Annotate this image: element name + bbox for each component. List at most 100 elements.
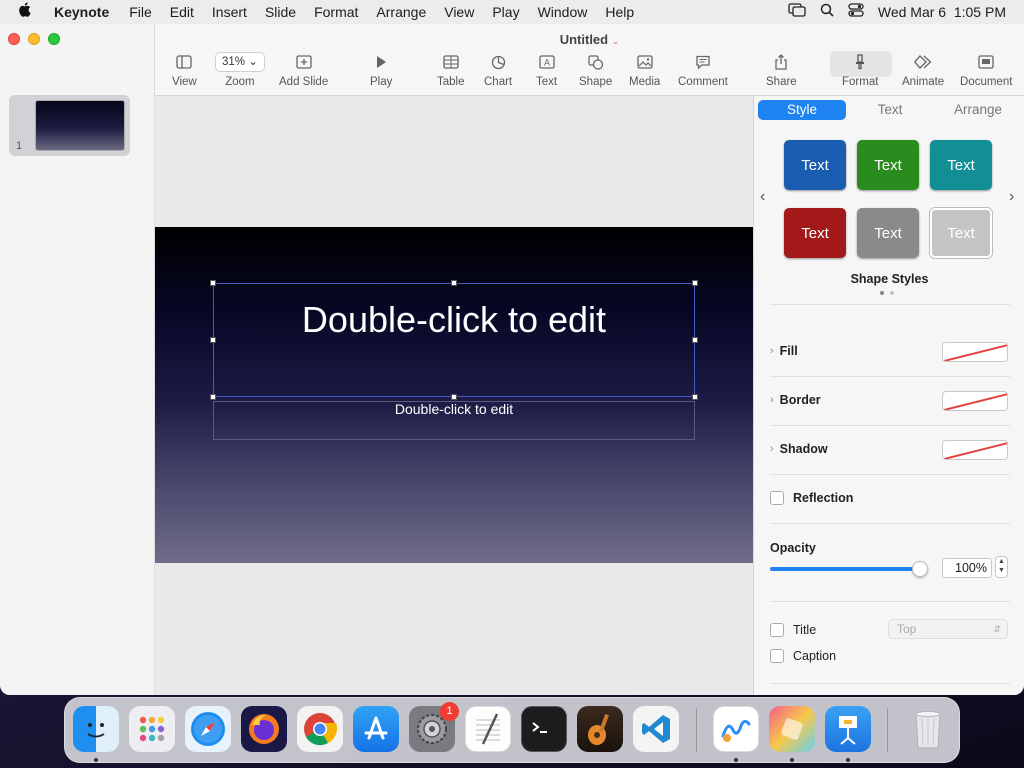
share-button[interactable]: Share <box>766 52 797 88</box>
caption-checkbox[interactable] <box>770 649 784 663</box>
menubar-clock[interactable]: Wed Mar 6 1:05 PM <box>871 0 1024 24</box>
spotlight-search-icon[interactable] <box>813 0 841 24</box>
zoom-select[interactable]: 31% ⌄ <box>215 52 265 72</box>
menu-app-name[interactable]: Keynote <box>43 0 120 24</box>
menu-insert[interactable]: Insert <box>203 0 256 24</box>
resize-handle[interactable] <box>692 280 698 286</box>
system-settings-icon[interactable]: 1 <box>409 702 459 752</box>
comment-button[interactable]: Comment <box>678 52 728 88</box>
textedit-icon[interactable] <box>465 706 511 752</box>
tab-style[interactable]: Style <box>758 100 846 120</box>
disclosure-chevron-icon[interactable]: › <box>770 345 774 357</box>
menu-window[interactable]: Window <box>529 0 597 24</box>
zoom-control[interactable]: 31% ⌄ Zoom <box>215 52 265 88</box>
comment-icon <box>695 52 711 72</box>
view-button[interactable]: View <box>172 52 197 88</box>
animate-button[interactable]: Animate <box>902 52 944 88</box>
screen-mirroring-icon[interactable] <box>781 0 813 24</box>
fill-color-well[interactable] <box>942 342 1008 362</box>
zoom-window-button[interactable] <box>48 33 60 45</box>
opacity-slider-track[interactable] <box>770 567 920 571</box>
page-indicator[interactable] <box>880 291 894 295</box>
slide-title-text[interactable]: Double-click to edit <box>155 299 753 341</box>
document-title[interactable]: Untitled ⌄ <box>155 32 1024 47</box>
reflection-label: Reflection <box>793 491 854 505</box>
shape-button[interactable]: Shape <box>579 52 612 88</box>
add-slide-button[interactable]: Add Slide <box>279 52 328 88</box>
finder-icon[interactable] <box>73 706 119 752</box>
menu-play[interactable]: Play <box>483 0 528 24</box>
firefox-icon[interactable] <box>241 706 287 752</box>
resize-handle[interactable] <box>692 394 698 400</box>
resize-handle[interactable] <box>210 280 216 286</box>
page-dot-active[interactable] <box>880 291 884 295</box>
minimize-window-button[interactable] <box>28 33 40 45</box>
title-checkbox-row[interactable]: Title <box>770 623 816 637</box>
title-position-select[interactable]: Top ⇵ <box>888 619 1008 639</box>
launchpad-icon[interactable] <box>129 706 175 752</box>
page-dot[interactable] <box>890 291 894 295</box>
shape-style-blue[interactable]: Text <box>784 140 846 190</box>
border-row[interactable]: › Border <box>770 393 821 407</box>
title-checkbox[interactable] <box>770 623 784 637</box>
slide[interactable]: Double-click to edit Double-click to edi… <box>155 227 753 563</box>
media-button[interactable]: Media <box>629 52 660 88</box>
format-button[interactable]: Format <box>842 52 878 88</box>
slide-canvas[interactable]: Double-click to edit Double-click to edi… <box>155 96 753 695</box>
chevron-left-icon[interactable]: ‹ <box>760 188 765 206</box>
menu-slide[interactable]: Slide <box>256 0 305 24</box>
reflection-checkbox[interactable] <box>770 491 784 505</box>
vscode-icon[interactable] <box>633 706 679 752</box>
shape-style-green[interactable]: Text <box>857 140 919 190</box>
tab-text[interactable]: Text <box>846 100 934 120</box>
table-button[interactable]: Table <box>437 52 465 88</box>
menu-edit[interactable]: Edit <box>161 0 203 24</box>
terminal-icon[interactable] <box>521 706 567 752</box>
caption-checkbox-row[interactable]: Caption <box>770 649 836 663</box>
shape-style-light-gray[interactable]: Text <box>930 208 992 258</box>
resize-handle[interactable] <box>210 394 216 400</box>
tab-arrange[interactable]: Arrange <box>934 100 1022 120</box>
opacity-slider-knob[interactable] <box>912 561 928 577</box>
chrome-icon[interactable] <box>297 706 343 752</box>
fill-row[interactable]: › Fill <box>770 344 798 358</box>
document-icon <box>978 52 994 72</box>
control-center-icon[interactable] <box>841 0 871 24</box>
opacity-stepper[interactable]: ▲ ▼ <box>995 556 1008 578</box>
document-button[interactable]: Document <box>960 52 1012 88</box>
garageband-icon[interactable] <box>577 706 623 752</box>
text-button[interactable]: A Text <box>536 52 557 88</box>
resize-handle[interactable] <box>451 280 457 286</box>
chart-button[interactable]: Chart <box>484 52 512 88</box>
chevron-right-icon[interactable]: › <box>1009 188 1014 206</box>
opacity-value-field[interactable]: 100% <box>942 558 992 578</box>
border-color-well[interactable] <box>942 391 1008 411</box>
play-button[interactable]: Play <box>370 52 392 88</box>
menu-view[interactable]: View <box>435 0 483 24</box>
shape-style-gray[interactable]: Text <box>857 208 919 258</box>
slide-thumbnail-selected[interactable] <box>9 95 130 156</box>
apple-icon[interactable] <box>0 0 43 24</box>
pixelmator-icon[interactable] <box>769 706 815 752</box>
shadow-color-well[interactable] <box>942 440 1008 460</box>
app-store-icon[interactable] <box>353 706 399 752</box>
menu-file[interactable]: File <box>120 0 161 24</box>
trash-icon[interactable] <box>905 706 951 752</box>
reflection-checkbox-row[interactable]: Reflection <box>770 491 853 505</box>
shape-style-teal[interactable]: Text <box>930 140 992 190</box>
disclosure-chevron-icon[interactable]: › <box>770 394 774 406</box>
menu-arrange[interactable]: Arrange <box>367 0 435 24</box>
resize-handle[interactable] <box>451 394 457 400</box>
menu-help[interactable]: Help <box>596 0 643 24</box>
close-window-button[interactable] <box>8 33 20 45</box>
disclosure-chevron-icon[interactable]: › <box>770 443 774 455</box>
shadow-row[interactable]: › Shadow <box>770 442 828 456</box>
share-label: Share <box>766 76 797 88</box>
freeform-icon[interactable] <box>713 706 759 752</box>
slide-navigator: 1 <box>0 24 155 695</box>
shape-style-red[interactable]: Text <box>784 208 846 258</box>
safari-icon[interactable] <box>185 706 231 752</box>
menu-format[interactable]: Format <box>305 0 367 24</box>
slide-subtitle-text[interactable]: Double-click to edit <box>155 401 753 417</box>
keynote-icon[interactable] <box>825 706 871 752</box>
